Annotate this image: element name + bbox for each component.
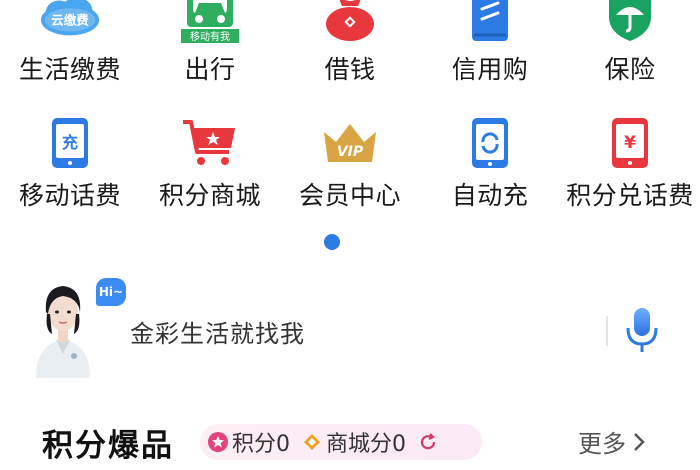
- points-summary-pill[interactable]: 积分0 商城分0: [200, 424, 482, 460]
- service-label: 会员中心: [298, 181, 401, 210]
- more-link[interactable]: 更多: [578, 424, 648, 459]
- service-points-to-credit[interactable]: ¥ 积分兑话费: [560, 108, 700, 218]
- service-label: 移动话费: [18, 181, 121, 210]
- points-value: 积分0: [232, 432, 290, 457]
- service-points-mall[interactable]: 积分商城: [140, 108, 280, 218]
- service-member-center[interactable]: VIP 会员中心: [280, 108, 420, 218]
- yuan-badge: ¥: [624, 133, 636, 153]
- service-row-2: 充 移动话费 积分商城 VIP 会员中心 自动充 ¥ 积分兑话费: [0, 108, 700, 218]
- points-star-icon: [208, 432, 228, 452]
- service-life-payment[interactable]: 云缴费 生活缴费: [0, 0, 140, 92]
- page-indicator: [322, 228, 382, 255]
- assistant-avatar[interactable]: [30, 274, 96, 378]
- phone-charge-icon: 充: [38, 114, 102, 172]
- blue-card-icon: [458, 0, 522, 46]
- service-label: 出行: [184, 55, 236, 84]
- service-borrow[interactable]: 借钱: [280, 0, 420, 92]
- assistant-prompt-text[interactable]: 金彩生活就找我: [130, 314, 305, 349]
- vip-badge: VIP: [337, 144, 364, 160]
- red-pouch-icon: [318, 0, 382, 46]
- mall-points-diamond-icon: [302, 432, 322, 452]
- service-credit-buy[interactable]: 信用购: [420, 0, 560, 92]
- service-label: 自动充: [451, 181, 529, 210]
- auto-recharge-icon: [458, 114, 522, 172]
- service-label: 积分商城: [158, 181, 261, 210]
- divider: [606, 316, 608, 346]
- hi-bubble: Hi~: [96, 278, 126, 306]
- cloud-bill-badge: 云缴费: [51, 13, 89, 28]
- service-label: 保险: [604, 55, 656, 84]
- car-icon: 移动有我: [178, 0, 242, 46]
- points-hot-section-header: 积分爆品 积分0 商城分0 更多: [0, 410, 700, 470]
- refresh-icon[interactable]: [418, 432, 438, 452]
- vip-crown-icon: VIP: [318, 114, 382, 172]
- travel-badge: 移动有我: [190, 30, 230, 43]
- service-insurance[interactable]: 保险: [560, 0, 700, 92]
- more-label: 更多: [578, 430, 626, 458]
- page-dot-inactive[interactable]: [336, 229, 382, 255]
- yuan-phone-icon: ¥: [598, 114, 662, 172]
- chevron-right-icon: [634, 432, 645, 451]
- service-travel[interactable]: 移动有我 出行: [140, 0, 280, 92]
- page-dot-active[interactable]: [324, 234, 340, 250]
- microphone-icon[interactable]: [622, 306, 662, 356]
- section-title: 积分爆品: [42, 428, 174, 464]
- charge-badge: 充: [62, 133, 78, 152]
- cloud-bill-icon: 云缴费: [38, 0, 102, 46]
- service-label: 积分兑话费: [566, 181, 694, 210]
- service-row-1: 云缴费 生活缴费 移动有我 出行 借钱 信用购 保险: [0, 0, 700, 92]
- service-label: 生活缴费: [18, 55, 121, 84]
- shopping-cart-icon: [178, 114, 242, 172]
- assistant-bar[interactable]: Hi~ 金彩生活就找我: [0, 270, 700, 380]
- umbrella-shield-icon: [598, 0, 662, 46]
- service-label: 借钱: [324, 55, 376, 84]
- mall-points-value: 商城分0: [326, 432, 406, 457]
- service-mobile-charge[interactable]: 充 移动话费: [0, 108, 140, 218]
- service-label: 信用购: [451, 55, 529, 84]
- service-auto-recharge[interactable]: 自动充: [420, 108, 560, 218]
